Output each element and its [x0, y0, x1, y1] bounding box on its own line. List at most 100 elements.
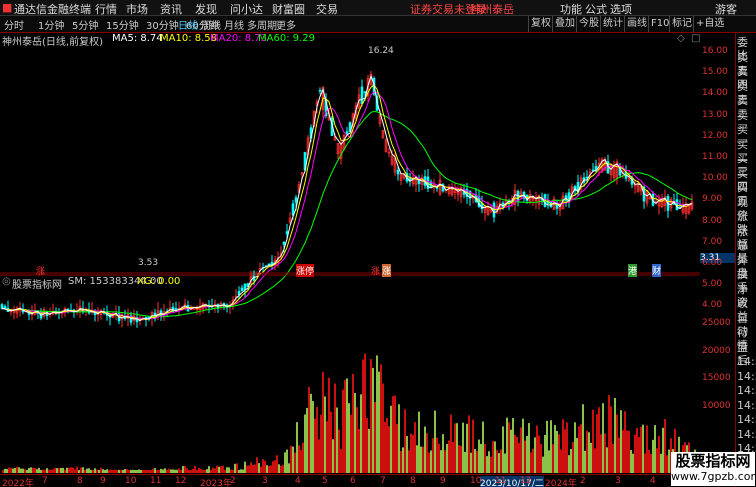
- time-tick: 12: [175, 476, 187, 486]
- tag-gang: 港: [628, 264, 638, 277]
- volume-bar: [2, 470, 4, 473]
- volume-bar: [174, 469, 176, 473]
- maximize-icon[interactable]: □: [691, 33, 700, 44]
- price-tick: 8.00: [702, 215, 723, 226]
- period-weekly[interactable]: 周线: [201, 17, 221, 32]
- draw-button[interactable]: 画线: [624, 16, 649, 32]
- volume-bar: [618, 437, 620, 473]
- volume-bar: [164, 468, 166, 473]
- volume-bar: [68, 467, 70, 473]
- time-tick: 2023年: [200, 479, 232, 487]
- tag-zhang2: 涨: [371, 267, 381, 277]
- time-tick: 8: [77, 476, 83, 486]
- tag-zhangting: 涨停: [296, 264, 315, 277]
- volume-bar: [548, 450, 550, 473]
- volume-bar: [408, 450, 410, 473]
- volume-bar: [592, 409, 594, 473]
- volume-bar: [112, 470, 114, 473]
- volume-bar: [398, 404, 400, 473]
- volume-bar: [450, 414, 452, 473]
- indicator-bar: ◎ 股票指标网 SM: 153383344.00 XG: 0.00: [0, 276, 200, 291]
- volume-bar: [202, 469, 204, 473]
- volume-bar: [392, 396, 394, 473]
- volume-bar: [92, 470, 94, 473]
- volume-bar: [590, 442, 592, 473]
- price-tick: 5.00: [702, 279, 723, 290]
- menu-shichang[interactable]: 市场: [126, 1, 148, 17]
- menu-wenxiaoda[interactable]: 问小达: [230, 1, 263, 17]
- indicator-icon[interactable]: ◎: [2, 276, 11, 287]
- volume-bar: [252, 464, 254, 473]
- volume-bar: [496, 450, 498, 473]
- volume-bar: [422, 446, 424, 473]
- menu-xuanxiang[interactable]: 选项: [610, 1, 632, 17]
- volume-bar: [334, 383, 336, 473]
- volume-bar: [358, 428, 360, 473]
- indicator-name[interactable]: 股票指标网: [12, 276, 62, 291]
- add-watchlist-button[interactable]: +自选: [693, 16, 726, 32]
- volume-bar: [536, 425, 538, 473]
- volume-bar: [330, 411, 332, 473]
- volume-bar: [430, 450, 432, 473]
- period-more[interactable]: 更多: [276, 17, 296, 32]
- volume-bar: [136, 470, 138, 473]
- volume-bar: [8, 467, 10, 473]
- time-axis: 2023/10/17/二 2022年 7 8 9 10 11 12 2023年 2 3 4 5 6 7 8 9…: [0, 474, 735, 487]
- volume-bar: [580, 424, 582, 473]
- app-logo-icon: ■: [2, 1, 13, 14]
- f10-button[interactable]: F10: [648, 16, 671, 32]
- volume-bar: [514, 434, 516, 473]
- volume-bar: [40, 470, 42, 473]
- volume-bar: [76, 466, 78, 473]
- volume-bar: [90, 470, 92, 473]
- volume-bar: [554, 425, 556, 473]
- jingu-button[interactable]: 今股: [576, 16, 601, 32]
- period-multi[interactable]: 多周期: [247, 17, 277, 32]
- period-15min[interactable]: 15分钟: [106, 17, 139, 32]
- volume-bar: [480, 443, 482, 473]
- candle-body: [243, 283, 247, 290]
- volume-bar: [316, 406, 318, 473]
- volume-bar: [640, 426, 642, 473]
- volume-bar: [432, 438, 434, 473]
- chart-area[interactable]: [0, 45, 700, 474]
- volume-bar: [34, 467, 36, 473]
- volume-bar: [546, 420, 548, 473]
- volume-bar: [176, 469, 178, 473]
- time-tick: 3: [615, 476, 621, 486]
- volume-bar: [436, 437, 438, 473]
- volume-bar: [298, 445, 300, 473]
- volume-bar: [104, 470, 106, 473]
- menu-jiaoyi[interactable]: 交易: [316, 1, 338, 17]
- menu-caifuquan[interactable]: 财富圈: [272, 1, 305, 17]
- volume-bar: [306, 407, 308, 473]
- overlay-button[interactable]: 叠加: [552, 16, 577, 32]
- menu-zixun[interactable]: 资讯: [160, 1, 182, 17]
- period-30min[interactable]: 30分钟: [146, 17, 179, 32]
- candle-body: [318, 89, 322, 92]
- fuquan-button[interactable]: 复权: [528, 16, 553, 32]
- period-5min[interactable]: 5分钟: [72, 17, 98, 32]
- period-1min[interactable]: 1分钟: [38, 17, 64, 32]
- volume-bar: [146, 470, 148, 473]
- volume-bar: [412, 434, 414, 473]
- menu-faxian[interactable]: 发现: [195, 1, 217, 17]
- menu-gongshi[interactable]: 公式: [585, 1, 607, 17]
- settings-icon[interactable]: ◇: [677, 33, 685, 44]
- period-monthly[interactable]: 月线: [224, 17, 244, 32]
- volume-bar: [644, 453, 646, 473]
- time-tick: 2: [230, 476, 236, 486]
- menu-hangqing[interactable]: 行情: [95, 1, 117, 17]
- time-tick: 10: [470, 476, 482, 486]
- volume-bar: [410, 433, 412, 473]
- volume-bar: [42, 469, 44, 473]
- period-fenshi[interactable]: 分时: [4, 17, 24, 32]
- guest-label[interactable]: 游客: [715, 1, 737, 17]
- period-daily[interactable]: 日线: [178, 17, 198, 32]
- volume-bars: [2, 353, 696, 473]
- mark-button[interactable]: 标记: [669, 16, 694, 32]
- time-tick: 9: [440, 476, 446, 486]
- menu-gongneng[interactable]: 功能: [560, 1, 582, 17]
- volume-bar: [64, 469, 66, 473]
- stats-button[interactable]: 统计: [600, 16, 625, 32]
